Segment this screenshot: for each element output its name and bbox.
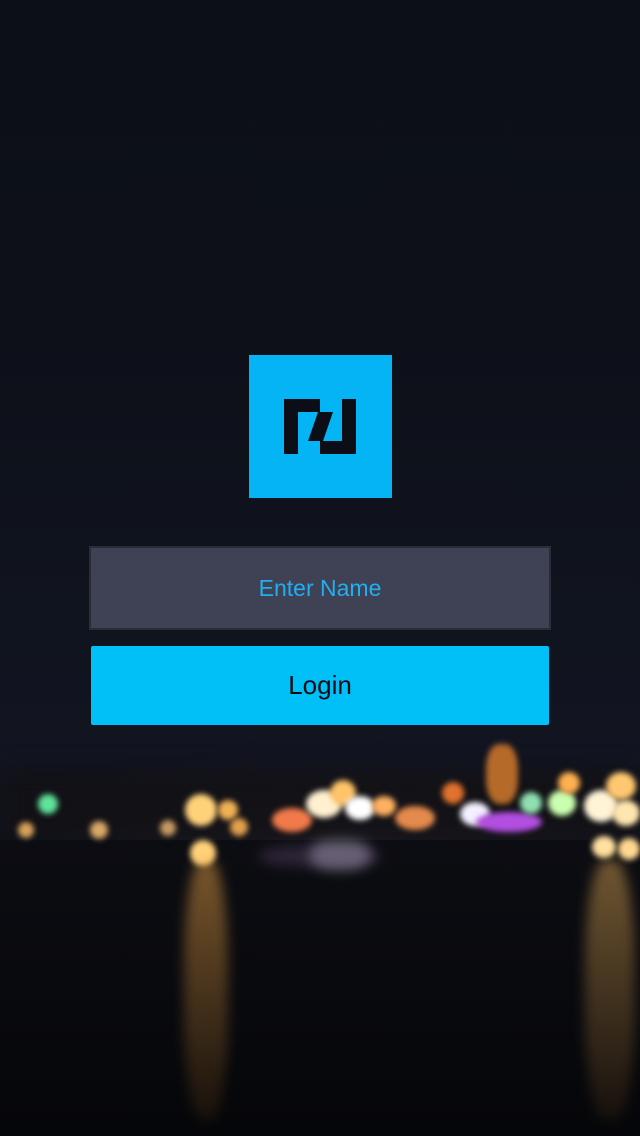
bokeh-light <box>218 800 238 820</box>
light-reflection <box>260 846 380 866</box>
name-input[interactable] <box>89 546 551 630</box>
bokeh-light <box>18 822 34 838</box>
bokeh-light <box>476 812 542 832</box>
app-logo-icon <box>284 399 356 454</box>
bokeh-light <box>618 838 640 860</box>
bokeh-light <box>38 794 58 814</box>
bokeh-light <box>160 820 176 836</box>
bokeh-light <box>372 796 396 816</box>
bokeh-light <box>395 806 435 830</box>
bokeh-light <box>185 794 217 826</box>
login-button[interactable]: Login <box>91 646 549 725</box>
bokeh-light <box>520 792 542 814</box>
water <box>0 840 640 1136</box>
app-logo <box>249 355 392 498</box>
bokeh-light <box>558 772 580 794</box>
bokeh-light <box>592 836 616 858</box>
bokeh-light <box>442 782 464 804</box>
bokeh-light <box>90 821 108 839</box>
bokeh-light <box>345 796 375 820</box>
light-reflection <box>585 860 635 1120</box>
bokeh-light <box>486 744 518 804</box>
bokeh-light <box>272 808 312 832</box>
bokeh-light <box>606 772 636 800</box>
bokeh-light <box>548 790 576 816</box>
bokeh-light <box>230 818 248 836</box>
light-reflection <box>184 860 228 1120</box>
bokeh-light <box>612 800 640 826</box>
